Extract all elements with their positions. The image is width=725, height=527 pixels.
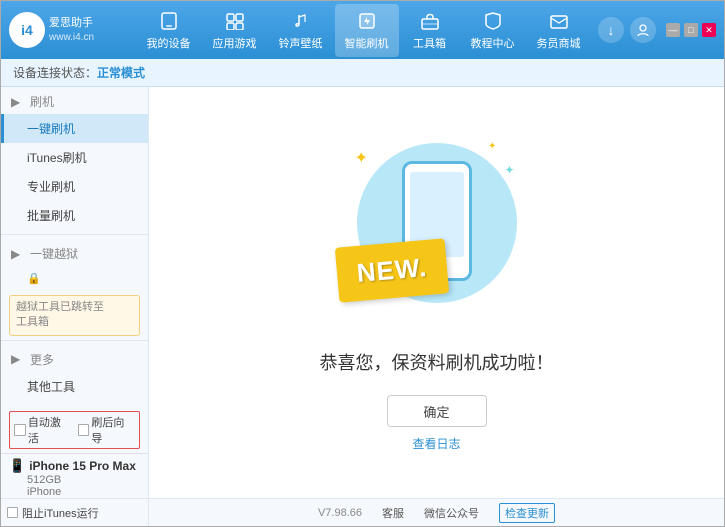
status-mode: 正常模式: [97, 64, 145, 81]
device-name: iPhone 15 Pro Max: [29, 459, 136, 473]
logo-tagline: 爱思助手: [49, 16, 94, 30]
sidebar-item-jailbreak-disabled: 🔒: [1, 266, 148, 291]
version-label: V7.98.66: [318, 507, 362, 519]
wechat-link[interactable]: 微信公众号: [424, 505, 479, 521]
tab-smart-flash[interactable]: 智能刷机: [335, 4, 399, 57]
tab-my-device[interactable]: 我的设备: [137, 4, 201, 57]
sidebar-section-jailbreak[interactable]: ▶ 一键越狱: [1, 239, 148, 266]
itunes-label: 阻止iTunes运行: [22, 505, 99, 521]
sidebar-scroll: ▶ 刷机 一键刷机 iTunes刷机 专业刷机 批量刷机: [1, 87, 148, 405]
view-log-link[interactable]: 查看日志: [412, 435, 460, 452]
sidebar-item-batch-flash[interactable]: 批量刷机: [1, 201, 148, 230]
sidebar-divider-2: [1, 340, 148, 341]
sidebar-item-itunes-flash[interactable]: iTunes刷机: [1, 143, 148, 172]
auto-activate-checkbox-label[interactable]: 自动激活: [14, 414, 72, 446]
device-icon: [158, 10, 180, 32]
app-window: i4 爱思助手 www.i4.cn 我的设备: [0, 0, 725, 527]
customer-service-link[interactable]: 客服: [382, 505, 404, 521]
flash-section-icon: ▶: [11, 95, 25, 109]
sidebar-divider-1: [1, 234, 148, 235]
device-storage: 512GB: [9, 474, 140, 486]
tutorial-icon: [482, 10, 504, 32]
itunes-checkbox[interactable]: [7, 507, 18, 518]
auto-activate-checkbox[interactable]: [14, 424, 26, 436]
logo-text: 爱思助手 www.i4.cn: [49, 16, 94, 43]
auto-activate-row: 自动激活 刷后向导: [9, 411, 140, 449]
sidebar-notice: 越狱工具已跳转至 工具箱: [9, 295, 140, 336]
confirm-button[interactable]: 确定: [387, 395, 487, 427]
bottom-bar: 阻止iTunes运行 V7.98.66 客服 微信公众号 检查更新: [1, 498, 724, 526]
new-badge: NEW.: [334, 238, 448, 302]
sidebar-item-other-tools[interactable]: 其他工具: [1, 372, 148, 401]
logo-area: i4 爱思助手 www.i4.cn: [9, 12, 129, 48]
sidebar-item-one-key-flash[interactable]: 一键刷机: [1, 114, 148, 143]
bottom-left-section: 阻止iTunes运行: [1, 499, 149, 526]
sidebar-section-more[interactable]: ▶ 更多: [1, 345, 148, 372]
sparkle-3: ✦: [488, 141, 496, 152]
auto-activate-area: 自动激活 刷后向导: [1, 405, 148, 453]
app-icon: [224, 10, 246, 32]
window-controls: — □ ✕: [666, 23, 716, 37]
maximize-btn[interactable]: □: [684, 23, 698, 37]
sidebar-item-pro-flash[interactable]: 专业刷机: [1, 172, 148, 201]
ringtone-icon: [290, 10, 312, 32]
device-row: 📱 iPhone 15 Pro Max: [9, 458, 140, 474]
header-right: ↓ — □ ✕: [598, 17, 716, 43]
more-section-icon: ▶: [11, 352, 25, 366]
guide-checkbox-label[interactable]: 刷后向导: [78, 414, 136, 446]
success-illustration: ✦ ✦ ✦ NEW.: [347, 133, 527, 333]
tab-app-game[interactable]: 应用游戏: [203, 4, 267, 57]
user-btn[interactable]: [630, 17, 656, 43]
check-update-btn[interactable]: 检查更新: [499, 503, 555, 523]
main-area: ▶ 刷机 一键刷机 iTunes刷机 专业刷机 批量刷机: [1, 87, 724, 498]
service-icon: [548, 10, 570, 32]
minimize-btn[interactable]: —: [666, 23, 680, 37]
download-btn[interactable]: ↓: [598, 17, 624, 43]
guide-checkbox[interactable]: [78, 424, 90, 436]
lock-icon: 🔒: [27, 272, 41, 285]
device-type: iPhone: [9, 486, 140, 498]
flash-icon: [356, 10, 378, 32]
nav-tabs: 我的设备 应用游戏: [129, 4, 598, 57]
tab-ringtone[interactable]: 铃声壁纸: [269, 4, 333, 57]
tab-tutorial[interactable]: 教程中心: [461, 4, 525, 57]
status-prefix: 设备连接状态：: [13, 64, 97, 81]
sidebar-item-download-firmware[interactable]: 下载固件: [1, 401, 148, 405]
close-btn[interactable]: ✕: [702, 23, 716, 37]
logo-icon: i4: [9, 12, 45, 48]
status-bar: 设备连接状态： 正常模式: [1, 59, 724, 87]
device-phone-icon: 📱: [9, 458, 25, 474]
content-area: ✦ ✦ ✦ NEW. 恭喜您，保资料刷机成功啦！ 确定 查看日志: [149, 87, 724, 498]
device-info: 📱 iPhone 15 Pro Max 512GB iPhone: [1, 453, 148, 498]
bottom-center: V7.98.66 客服 微信公众号 检查更新: [149, 503, 724, 523]
sparkle-1: ✦: [355, 148, 368, 168]
sparkle-2: ✦: [504, 163, 514, 177]
tab-service[interactable]: 务员商城: [527, 4, 591, 57]
toolbox-icon: [419, 10, 441, 32]
tab-toolbox[interactable]: 工具箱: [401, 4, 459, 57]
header: i4 爱思助手 www.i4.cn 我的设备: [1, 1, 724, 59]
sidebar-section-flash[interactable]: ▶ 刷机: [1, 87, 148, 114]
success-message: 恭喜您，保资料刷机成功啦！: [320, 349, 554, 375]
sidebar: ▶ 刷机 一键刷机 iTunes刷机 专业刷机 批量刷机: [1, 87, 149, 498]
jailbreak-section-icon: ▶: [11, 247, 25, 261]
